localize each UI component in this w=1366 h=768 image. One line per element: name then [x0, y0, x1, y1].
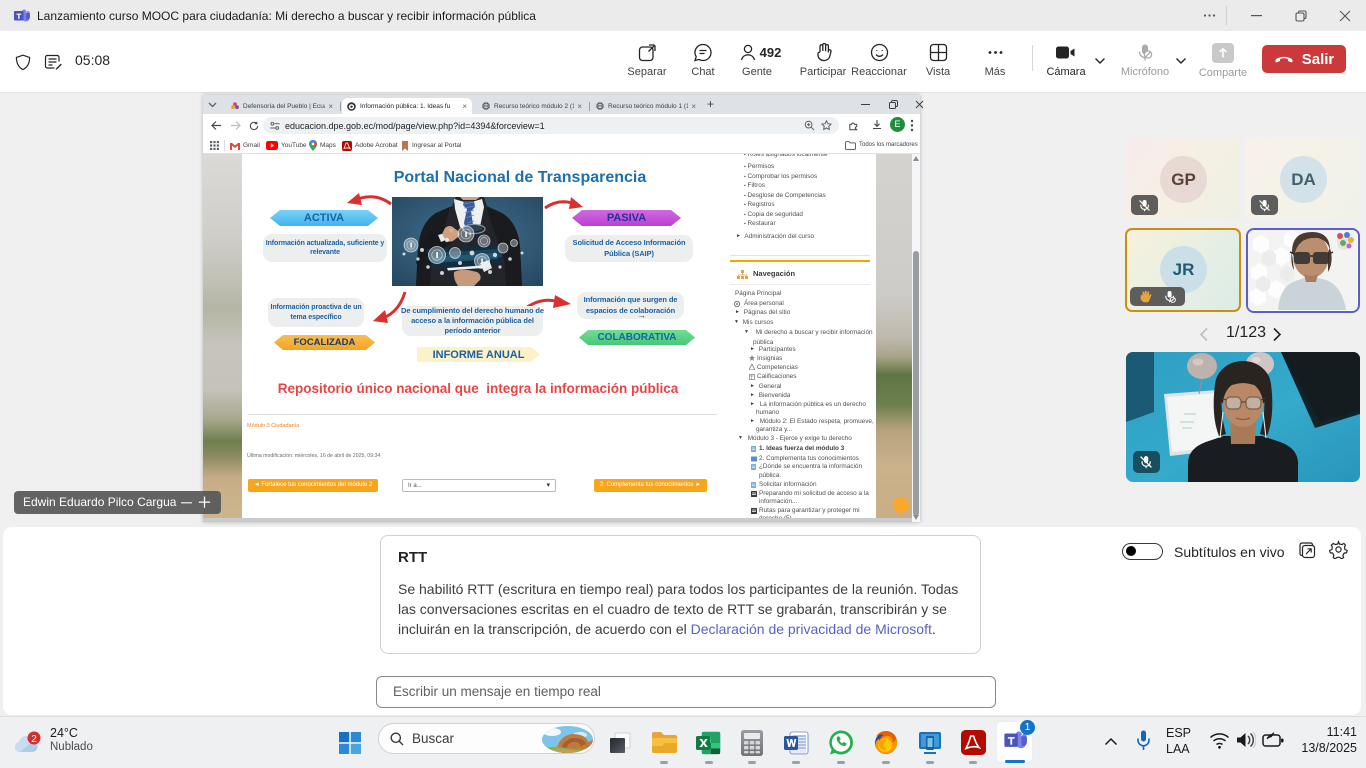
- svg-text:2: 2: [31, 734, 37, 745]
